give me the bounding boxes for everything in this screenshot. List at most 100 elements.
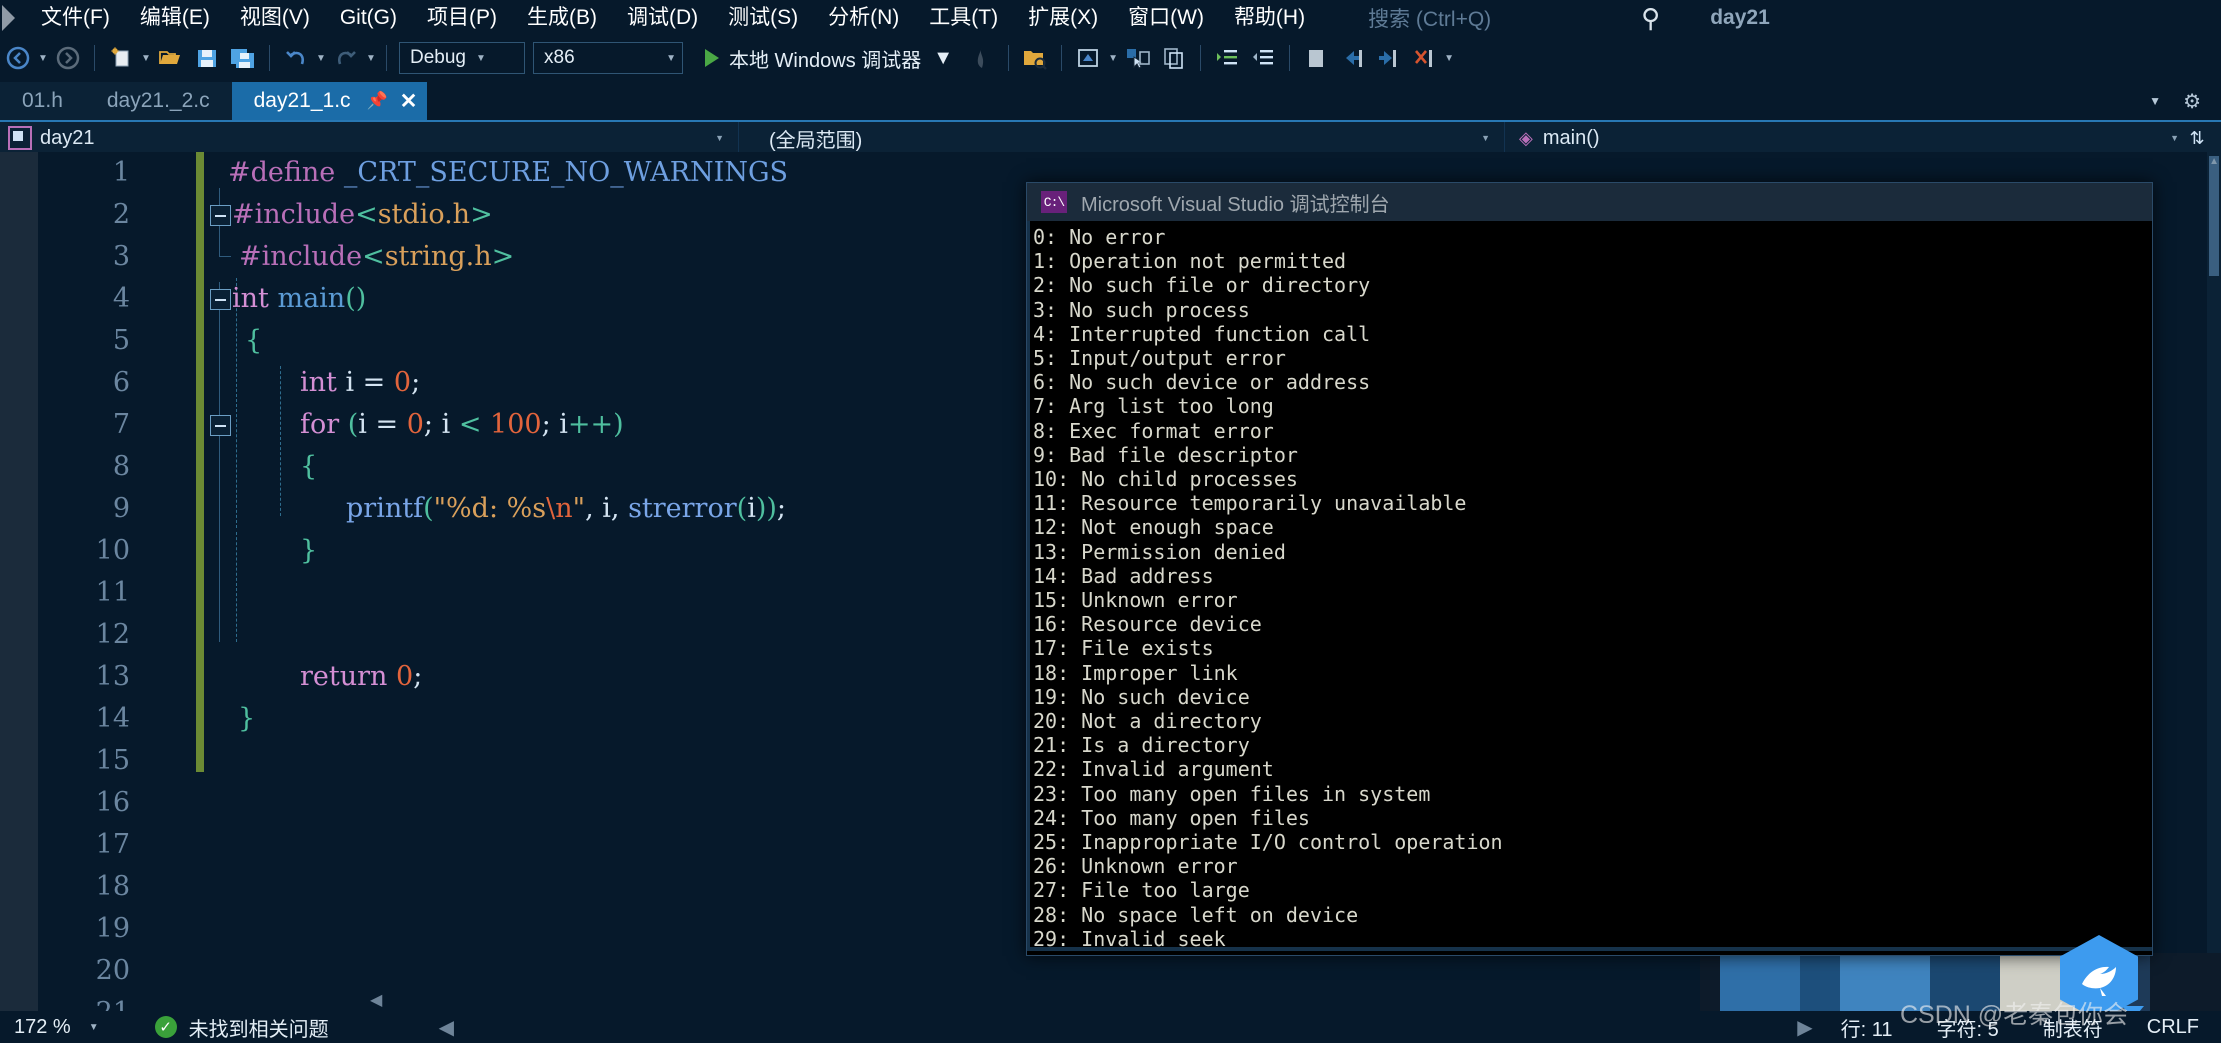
- navbar-project-dropdown[interactable]: day21 ▼: [0, 122, 739, 154]
- console-line: 16: Resource device: [1033, 612, 1262, 637]
- scroll-left-icon[interactable]: ◀: [370, 990, 382, 1010]
- line-ending: CRLF: [2146, 1015, 2199, 1038]
- navigate-forward-icon[interactable]: [53, 43, 83, 73]
- cursor-char: 字符: 5: [1936, 1018, 1999, 1041]
- search-icon[interactable]: ⚲: [1641, 3, 1660, 34]
- scroll-left-icon[interactable]: ◀: [439, 1015, 454, 1040]
- comment-icon[interactable]: [1301, 43, 1331, 73]
- clear-bookmarks-icon[interactable]: [1409, 43, 1439, 73]
- redo-icon[interactable]: [331, 43, 361, 73]
- toolbar-separator: [94, 45, 95, 71]
- chevron-down-icon[interactable]: ▼: [89, 1022, 99, 1033]
- line-number: 15: [95, 745, 130, 776]
- menu-item-extensions[interactable]: 扩展(X): [1013, 0, 1113, 36]
- menu-item-project[interactable]: 项目(P): [412, 0, 512, 36]
- menu-item-file[interactable]: 文件(F): [26, 0, 125, 36]
- tab-label: 01.h: [22, 89, 63, 112]
- pin-icon[interactable]: 📌: [367, 91, 388, 111]
- console-line: 18: Improper link: [1033, 660, 1238, 685]
- start-debugging-button[interactable]: 本地 Windows 调试器 ▼: [705, 44, 953, 73]
- console-line: 19: No such device: [1033, 684, 1250, 709]
- new-project-icon[interactable]: [106, 43, 136, 73]
- copy-icon[interactable]: [1159, 43, 1189, 73]
- tab-day21-1-c[interactable]: day21_1.c 📌 ✕: [231, 82, 428, 120]
- chevron-down-icon: ▼: [2170, 133, 2179, 143]
- console-output[interactable]: 0: No error 1: Operation not permitted 2…: [1027, 221, 2152, 951]
- save-icon[interactable]: [192, 43, 222, 73]
- split-window-icon[interactable]: ⇅: [2183, 122, 2211, 154]
- scroll-right-icon[interactable]: ▶: [1797, 1015, 1812, 1040]
- chevron-down-icon[interactable]: ▼: [2149, 94, 2161, 108]
- bookmark-icon[interactable]: [1337, 43, 1367, 73]
- navbar-scope-dropdown[interactable]: (全局范围) ▼: [739, 122, 1505, 154]
- close-icon[interactable]: ✕: [400, 89, 418, 114]
- console-line: 6: No such device or address: [1033, 370, 1371, 395]
- console-line: 17: File exists: [1033, 636, 1214, 661]
- console-line: 26: Unknown error: [1033, 854, 1238, 879]
- increase-indent-icon[interactable]: [1212, 43, 1242, 73]
- menu-item-edit[interactable]: 编辑(E): [125, 0, 225, 36]
- debug-console-window[interactable]: C:\ Microsoft Visual Studio 调试控制台 0: No …: [1026, 182, 2153, 956]
- menu-item-test[interactable]: 测试(S): [713, 0, 813, 36]
- gear-icon[interactable]: ⚙: [2183, 89, 2201, 114]
- menu-item-build[interactable]: 生成(B): [512, 0, 612, 36]
- menu-item-tools[interactable]: 工具(T): [914, 0, 1013, 36]
- solution-platform-dropdown[interactable]: x86 ▼: [533, 42, 683, 74]
- search-box[interactable]: 搜索 (Ctrl+Q): [1368, 3, 1491, 33]
- navigate-back-icon[interactable]: [3, 43, 33, 73]
- tab-label: day21_1.c: [253, 89, 351, 112]
- console-line: 4: Interrupted function call: [1033, 321, 1371, 346]
- menu-item-help[interactable]: 帮助(H): [1219, 0, 1320, 36]
- menu-item-git[interactable]: Git(G): [325, 0, 412, 36]
- chevron-down-icon: ▼: [715, 133, 724, 143]
- navigate-back-caret-icon[interactable]: ▼: [36, 43, 50, 73]
- menu-item-window[interactable]: 窗口(W): [1113, 0, 1219, 36]
- editor-vertical-scrollbar[interactable]: [2207, 152, 2221, 1012]
- chevron-down-icon[interactable]: ▼: [933, 47, 953, 70]
- menu-item-analyze[interactable]: 分析(N): [813, 0, 914, 36]
- line-number: 3: [112, 241, 130, 272]
- redo-caret-icon[interactable]: ▼: [364, 43, 378, 73]
- properties-window-icon[interactable]: [1073, 43, 1103, 73]
- navbar-function-dropdown[interactable]: ◈ main() ▼ ⇅: [1505, 122, 2221, 154]
- menu-item-view[interactable]: 视图(V): [225, 0, 325, 36]
- select-element-icon[interactable]: [1123, 43, 1153, 73]
- collapse-toggle-icon[interactable]: [210, 289, 231, 310]
- collapse-toggle-icon[interactable]: [210, 415, 231, 436]
- decrease-indent-icon[interactable]: [1248, 43, 1278, 73]
- previous-bookmark-icon[interactable]: [1373, 43, 1403, 73]
- line-number: 9: [112, 493, 130, 524]
- scroll-up-icon[interactable]: ▲: [2209, 156, 2219, 167]
- bird-badge-icon[interactable]: [2060, 935, 2144, 1021]
- indent-mode: 制表符: [2042, 1018, 2103, 1041]
- project-icon: [8, 126, 32, 150]
- console-title-bar[interactable]: C:\ Microsoft Visual Studio 调试控制台: [1027, 183, 2152, 221]
- console-bottom-rule: [1027, 947, 2152, 951]
- console-line: 2: No such file or directory: [1033, 273, 1371, 298]
- save-all-icon[interactable]: [228, 43, 258, 73]
- collapse-toggle-icon[interactable]: [210, 205, 231, 226]
- cmd-console-icon: C:\: [1041, 191, 1067, 213]
- tab-01-h[interactable]: 01.h: [0, 82, 85, 120]
- properties-caret-icon[interactable]: ▼: [1106, 43, 1120, 73]
- solution-configuration-dropdown[interactable]: Debug ▼: [399, 42, 525, 74]
- hot-reload-icon[interactable]: [967, 43, 997, 73]
- console-line: 28: No space left on device: [1033, 902, 1359, 927]
- solution-explorer-icon[interactable]: [1020, 43, 1050, 73]
- undo-caret-icon[interactable]: ▼: [314, 43, 328, 73]
- console-line: 3: No such process: [1033, 297, 1250, 322]
- navbar-scope-label: (全局范围): [769, 129, 863, 152]
- line-number: 6: [112, 367, 130, 398]
- toolbar-overflow-icon[interactable]: ▼: [1442, 43, 1456, 73]
- undo-icon[interactable]: [281, 43, 311, 73]
- zoom-level[interactable]: 172 %: [14, 1016, 71, 1039]
- play-icon: [705, 49, 719, 67]
- tab-day21-2-c[interactable]: day21._2.c: [84, 82, 232, 120]
- line-number: 19: [95, 913, 130, 944]
- new-project-caret-icon[interactable]: ▼: [139, 43, 153, 73]
- menu-item-debug[interactable]: 调试(D): [612, 0, 713, 36]
- open-file-icon[interactable]: [156, 43, 186, 73]
- console-line: 5: Input/output error: [1033, 346, 1286, 371]
- console-line: 22: Invalid argument: [1033, 757, 1274, 782]
- scrollbar-thumb[interactable]: [2209, 156, 2219, 276]
